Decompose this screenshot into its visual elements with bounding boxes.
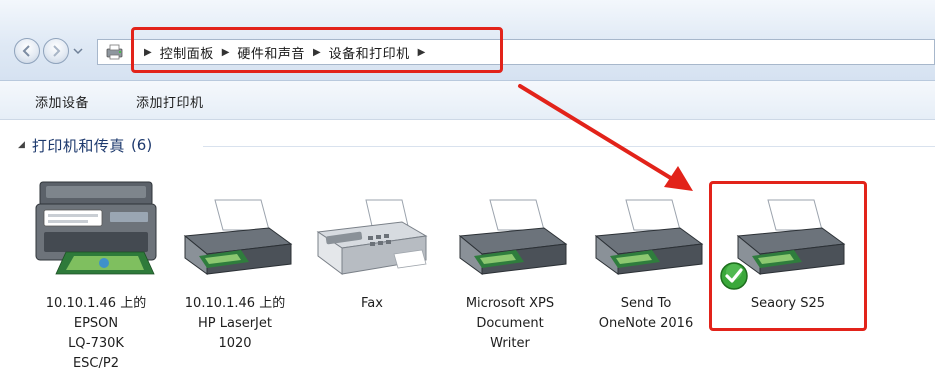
group-count: (6) [130, 136, 153, 154]
add-device-button[interactable]: 添加设备 [35, 92, 89, 111]
group-label: 打印机和传真 [31, 136, 125, 155]
command-bar: 添加设备 添加打印机 [0, 81, 935, 120]
device-label: 10.10.1.46 上的 HP LaserJet 1020 [184, 296, 286, 351]
device-item[interactable]: Send To OneNote 2016 [576, 170, 716, 331]
add-printer-button[interactable]: 添加打印机 [136, 92, 204, 111]
group-header-printers-and-faxes[interactable]: ◢ 打印机和传真 (6) [18, 135, 152, 155]
forward-button[interactable] [43, 38, 69, 64]
multifunction-printer-icon [35, 181, 157, 275]
recent-pages-dropdown-icon[interactable] [73, 47, 83, 55]
device-label: Send To OneNote 2016 [598, 296, 694, 331]
device-highlight-box [709, 181, 867, 331]
device-label: Microsoft XPS Document Writer [465, 296, 555, 351]
device-label: 10.10.1.46 上的 EPSON LQ-730K ESC/P2 [45, 296, 147, 371]
printer-icon [594, 199, 704, 275]
arrow-left-icon [22, 45, 30, 57]
group-divider [203, 146, 935, 147]
back-button[interactable] [14, 38, 40, 64]
arrow-right-icon [53, 45, 61, 57]
device-item[interactable]: 10.10.1.46 上的 EPSON LQ-730K ESC/P2 [26, 170, 166, 371]
fax-icon [316, 199, 428, 275]
devices-and-printers-icon [106, 44, 123, 60]
printer-icon [183, 199, 293, 275]
address-highlight-box [131, 27, 503, 73]
collapse-triangle-icon[interactable]: ◢ [18, 140, 25, 150]
printer-icon [458, 199, 568, 275]
device-label: Fax [361, 296, 383, 311]
device-item[interactable]: Fax [302, 170, 442, 311]
device-item[interactable]: 10.10.1.46 上的 HP LaserJet 1020 [165, 170, 305, 351]
device-item[interactable]: Microsoft XPS Document Writer [440, 170, 580, 351]
